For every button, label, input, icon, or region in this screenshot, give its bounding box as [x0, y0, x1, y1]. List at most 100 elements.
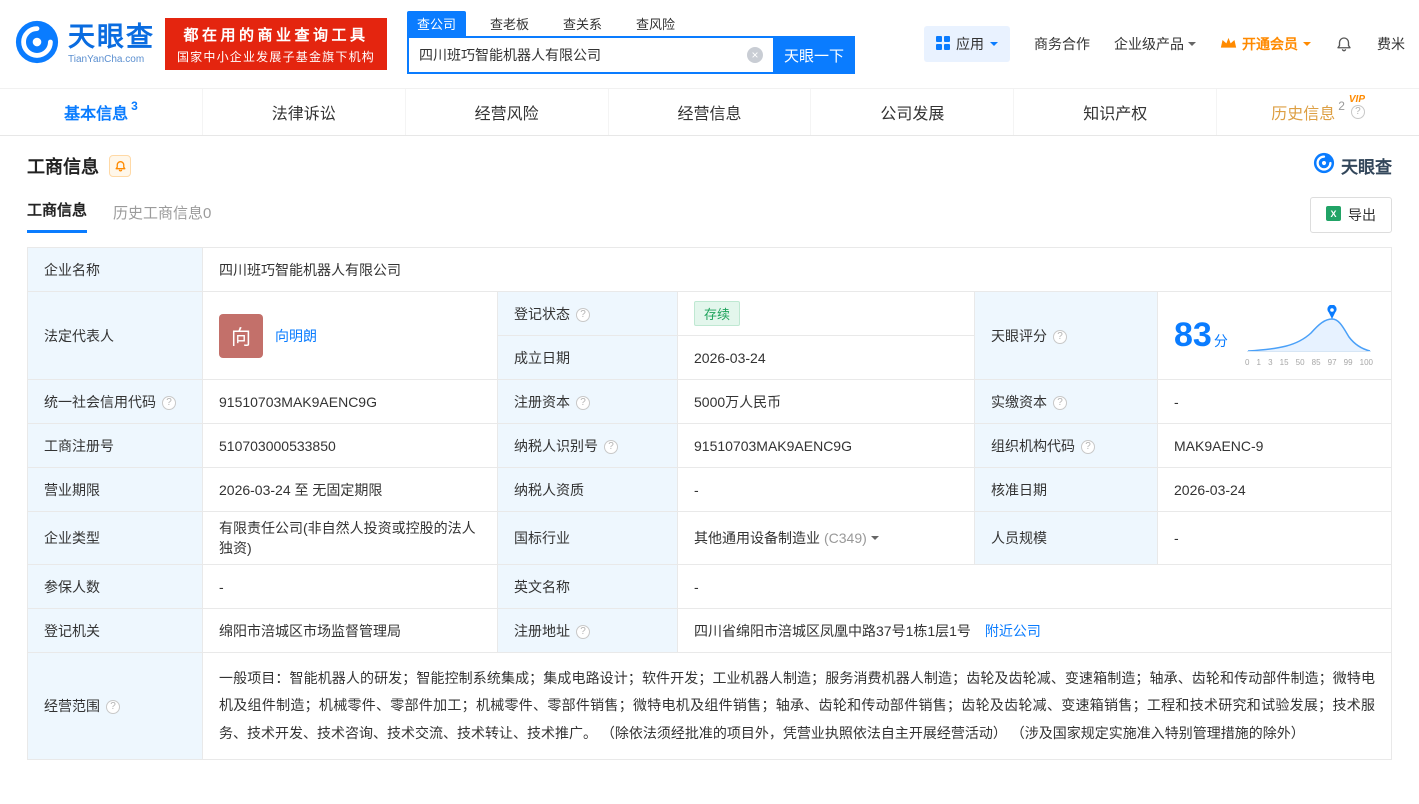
- help-icon[interactable]: [1081, 440, 1095, 454]
- tab-operation-info[interactable]: 经营信息: [608, 89, 811, 135]
- export-label: 导出: [1348, 205, 1376, 225]
- company-type-value: 有限责任公司(非自然人投资或控股的法人独资): [203, 512, 498, 565]
- subtab-business-info[interactable]: 工商信息: [27, 199, 87, 233]
- table-row: 法定代表人 向 向明朗 登记状态 存续 天眼评分 83分: [28, 292, 1392, 336]
- clear-search-icon[interactable]: [747, 47, 763, 63]
- field-label: 纳税人资质: [498, 468, 678, 512]
- user-name[interactable]: 费米: [1377, 34, 1405, 54]
- help-icon[interactable]: [576, 308, 590, 322]
- legal-rep-avatar[interactable]: 向: [219, 314, 263, 358]
- tab-label: 公司发展: [880, 100, 944, 124]
- brand-watermark: 天眼查: [1313, 152, 1392, 179]
- field-label: 英文名称: [498, 565, 678, 609]
- tab-operation-risk[interactable]: 经营风险: [405, 89, 608, 135]
- field-label: 人员规模: [975, 512, 1158, 565]
- nearby-companies-link[interactable]: 附近公司: [985, 623, 1041, 639]
- help-icon[interactable]: [162, 396, 176, 410]
- apps-label: 应用: [956, 34, 984, 54]
- tab-label: 基本信息: [64, 100, 128, 124]
- help-icon[interactable]: [604, 440, 618, 454]
- tianyancha-logo[interactable]: 天眼查 TianYanCha.com: [14, 19, 155, 70]
- table-row: 企业名称 四川班巧智能机器人有限公司: [28, 248, 1392, 292]
- field-label: 注册资本: [498, 380, 678, 424]
- tab-intellectual-property[interactable]: 知识产权: [1013, 89, 1216, 135]
- address-value: 四川省绵阳市涪城区凤凰中路37号1栋1层1号: [694, 623, 971, 639]
- table-row: 参保人数 - 英文名称 -: [28, 565, 1392, 609]
- search-input[interactable]: [419, 47, 747, 63]
- tab-company-development[interactable]: 公司发展: [810, 89, 1013, 135]
- tianyan-score-cell: 83分 0131550859799100: [1158, 292, 1392, 380]
- tab-legal-litigation[interactable]: 法律诉讼: [202, 89, 405, 135]
- english-name-value: -: [678, 565, 1392, 609]
- business-cooperation-link[interactable]: 商务合作: [1034, 34, 1090, 54]
- reg-capital-value: 5000万人民币: [678, 380, 975, 424]
- field-label: 实缴资本: [975, 380, 1158, 424]
- svg-text:X: X: [1330, 209, 1336, 219]
- search-tab-company[interactable]: 查公司: [407, 11, 466, 36]
- industry-dropdown[interactable]: 其他通用设备制造业 (C349): [694, 528, 958, 548]
- field-label: 统一社会信用代码: [28, 380, 203, 424]
- help-icon[interactable]: [1053, 396, 1067, 410]
- chevron-down-icon: [1188, 42, 1196, 50]
- grid-icon: [936, 36, 950, 53]
- address-cell: 四川省绵阳市涪城区凤凰中路37号1栋1层1号 附近公司: [678, 609, 1392, 653]
- enterprise-product-link[interactable]: 企业级产品: [1114, 34, 1196, 54]
- enterprise-product-label: 企业级产品: [1114, 34, 1184, 54]
- search-tab-boss[interactable]: 查老板: [480, 11, 539, 36]
- tab-label: 法律诉讼: [272, 100, 336, 124]
- score-pin-icon: [1327, 305, 1336, 319]
- field-label: 营业期限: [28, 468, 203, 512]
- help-icon[interactable]: [1053, 330, 1067, 344]
- legal-rep-link[interactable]: 向明朗: [275, 326, 317, 346]
- approval-date-value: 2026-03-24: [1158, 468, 1392, 512]
- tab-badge: 3: [131, 99, 138, 113]
- industry-value: 其他通用设备制造业 (C349): [678, 512, 975, 565]
- search-box: [407, 36, 773, 74]
- crown-icon: [1220, 36, 1237, 52]
- search-tab-risk[interactable]: 查风险: [626, 11, 685, 36]
- field-label: 核准日期: [975, 468, 1158, 512]
- taxpayer-id-value: 91510703MAK9AENC9G: [678, 424, 975, 468]
- chevron-down-icon: [1303, 42, 1311, 50]
- uscc-value: 91510703MAK9AENC9G: [203, 380, 498, 424]
- establish-date-value: 2026-03-24: [678, 336, 975, 380]
- table-row: 登记机关 绵阳市涪城区市场监督管理局 注册地址 四川省绵阳市涪城区凤凰中路37号…: [28, 609, 1392, 653]
- field-label: 天眼评分: [975, 292, 1158, 380]
- subtab-history-business-info[interactable]: 历史工商信息0: [113, 202, 211, 233]
- help-icon[interactable]: [576, 625, 590, 639]
- taxpayer-qual-value: -: [678, 468, 975, 512]
- insured-value: -: [203, 565, 498, 609]
- chevron-down-icon: [990, 42, 998, 50]
- business-info-table: 企业名称 四川班巧智能机器人有限公司 法定代表人 向 向明朗 登记状态 存续 天…: [27, 247, 1392, 760]
- chevron-down-icon: [871, 536, 879, 544]
- field-label: 成立日期: [498, 336, 678, 380]
- tab-label: 经营风险: [475, 100, 539, 124]
- staff-size-value: -: [1158, 512, 1392, 565]
- help-icon[interactable]: [106, 700, 120, 714]
- tab-basic-info[interactable]: 基本信息 3: [0, 89, 202, 135]
- company-name-value: 四川班巧智能机器人有限公司: [203, 248, 1392, 292]
- help-icon[interactable]: [1351, 105, 1365, 119]
- subscribe-bell-icon[interactable]: [109, 155, 131, 177]
- tab-label: 经营信息: [678, 100, 742, 124]
- tab-history-info[interactable]: VIP 历史信息 2: [1216, 89, 1419, 135]
- business-term-value: 2026-03-24 至 无固定期限: [203, 468, 498, 512]
- open-vip-link[interactable]: 开通会员: [1220, 34, 1311, 54]
- field-label: 法定代表人: [28, 292, 203, 380]
- field-label: 登记状态: [498, 292, 678, 336]
- company-nav-tabs: 基本信息 3 法律诉讼 经营风险 经营信息 公司发展 知识产权 VIP 历史信息…: [0, 88, 1419, 136]
- org-code-value: MAK9AENC-9: [1158, 424, 1392, 468]
- help-icon[interactable]: [576, 396, 590, 410]
- apps-menu-button[interactable]: 应用: [924, 26, 1010, 62]
- search-tab-relation[interactable]: 查关系: [553, 11, 612, 36]
- status-badge: 存续: [694, 301, 740, 326]
- search-button[interactable]: 天眼一下: [773, 36, 855, 74]
- top-bar: 天眼查 TianYanCha.com 都在用的商业查询工具 国家中小企业发展子基…: [0, 0, 1419, 88]
- field-label: 经营范围: [28, 653, 203, 760]
- table-row: 企业类型 有限责任公司(非自然人投资或控股的法人独资) 国标行业 其他通用设备制…: [28, 512, 1392, 565]
- table-row: 工商注册号 510703000533850 纳税人识别号 91510703MAK…: [28, 424, 1392, 468]
- notification-bell-icon[interactable]: [1335, 34, 1353, 54]
- industry-code: (C349): [824, 530, 867, 546]
- score-chart: 0131550859799100: [1245, 305, 1375, 367]
- export-button[interactable]: X 导出: [1310, 197, 1392, 233]
